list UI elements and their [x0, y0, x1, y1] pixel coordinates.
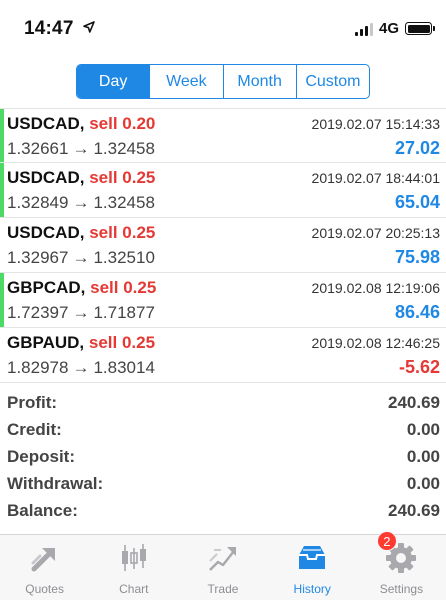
- deal-side: sell 0.25: [89, 168, 156, 187]
- deal-datetime: 2019.02.07 20:25:13: [311, 225, 440, 241]
- deal-datetime: 2019.02.07 15:14:33: [311, 116, 440, 132]
- deal-close-price: 1.83014: [93, 358, 155, 377]
- arrow-right-icon: →: [72, 193, 90, 212]
- deal-symbol: GBPCAD: [7, 278, 81, 297]
- deal-row[interactable]: USDCAD, sell 0.25 2019.02.07 20:25:13 1.…: [0, 218, 446, 273]
- signal-strength-icon: [354, 22, 373, 36]
- summary-row-balance: Balance: 240.69: [0, 497, 446, 524]
- deal-datetime: 2019.02.08 12:19:06: [311, 280, 440, 296]
- deals-list: USDCAD, sell 0.20 2019.02.07 15:14:33 1.…: [0, 108, 446, 383]
- deal-close-price: 1.32458: [93, 193, 155, 212]
- segment-day[interactable]: Day: [77, 65, 150, 98]
- deal-indicator: [0, 109, 4, 162]
- tab-label: Chart: [119, 582, 149, 596]
- deal-open-price: 1.32849: [7, 193, 69, 212]
- chart-icon: [121, 544, 146, 571]
- bottom-tab-bar: Quotes Chart Trade History 2 Settings: [0, 531, 446, 600]
- arrow-right-icon: →: [72, 358, 90, 377]
- deal-side: sell 0.25: [88, 333, 156, 352]
- notification-badge: 2: [376, 531, 397, 551]
- deal-profit: -5.62: [398, 357, 440, 377]
- deal-symbol: USDCAD: [7, 168, 80, 187]
- deal-close-price: 1.32510: [93, 248, 155, 267]
- period-segmented-control: Day Week Month Custom: [76, 64, 370, 99]
- quotes-icon: [31, 548, 55, 572]
- deal-row[interactable]: USDCAD, sell 0.20 2019.02.07 15:14:33 1.…: [0, 108, 446, 163]
- tab-label: Trade: [207, 582, 239, 596]
- deal-row[interactable]: GBPCAD, sell 0.25 2019.02.08 12:19:06 1.…: [0, 273, 446, 328]
- tab-trade[interactable]: Trade: [178, 535, 267, 600]
- deal-profit: 86.46: [394, 302, 440, 322]
- tab-label: Quotes: [25, 582, 64, 596]
- deal-side: sell 0.25: [89, 223, 156, 242]
- trade-icon: [209, 547, 236, 571]
- summary-row-withdrawal: Withdrawal: 0.00: [0, 470, 446, 497]
- deal-row[interactable]: USDCAD, sell 0.25 2019.02.07 18:44:01 1.…: [0, 163, 446, 218]
- deal-symbol: GBPAUD: [7, 333, 80, 352]
- tab-chart[interactable]: Chart: [89, 535, 178, 600]
- deal-symbol: USDCAD: [7, 223, 80, 242]
- summary-row-profit: Profit: 240.69: [0, 389, 446, 416]
- deal-indicator: [0, 273, 4, 327]
- deal-datetime: 2019.02.07 18:44:01: [311, 170, 440, 186]
- network-type: 4G: [378, 20, 399, 37]
- deal-row[interactable]: GBPAUD, sell 0.25 2019.02.08 12:46:25 1.…: [0, 328, 446, 383]
- deal-side: sell 0.25: [90, 278, 157, 297]
- tab-settings[interactable]: 2 Settings: [357, 531, 446, 600]
- deal-profit: 27.02: [394, 138, 440, 158]
- tab-history[interactable]: History: [268, 535, 357, 600]
- deal-profit: 75.98: [394, 247, 440, 267]
- deal-profit: 65.04: [394, 192, 440, 212]
- battery-icon: [405, 22, 435, 35]
- segment-week[interactable]: Week: [149, 65, 222, 98]
- summary-row-credit: Credit: 0.00: [0, 416, 446, 443]
- summary-label: Balance:: [7, 501, 78, 520]
- arrow-right-icon: →: [72, 303, 90, 322]
- arrow-right-icon: →: [72, 248, 90, 267]
- tab-quotes[interactable]: Quotes: [0, 535, 89, 600]
- summary-label: Profit:: [7, 393, 58, 412]
- account-summary: Profit: 240.69 Credit: 0.00 Deposit: 0.0…: [0, 389, 446, 524]
- history-icon: [299, 546, 326, 569]
- summary-label: Credit:: [7, 420, 62, 439]
- deal-side: sell 0.20: [89, 114, 156, 133]
- segment-custom[interactable]: Custom: [295, 65, 369, 98]
- status-time: 14:47: [24, 18, 74, 39]
- summary-row-deposit: Deposit: 0.00: [0, 443, 446, 470]
- deal-open-price: 1.82978: [7, 358, 69, 377]
- status-bar: 14:47 4G: [0, 0, 446, 56]
- deal-close-price: 1.32458: [93, 139, 155, 158]
- deal-datetime: 2019.02.08 12:46:25: [311, 335, 440, 351]
- segment-month[interactable]: Month: [222, 65, 296, 98]
- tab-label: Settings: [379, 582, 424, 596]
- summary-value: 0.00: [406, 420, 440, 439]
- arrow-right-icon: →: [72, 139, 90, 158]
- deal-open-price: 1.32967: [7, 248, 69, 267]
- deal-open-price: 1.72397: [7, 303, 69, 322]
- location-arrow-icon: [83, 21, 95, 33]
- deal-open-price: 1.32661: [7, 139, 69, 158]
- summary-value: 0.00: [406, 447, 440, 466]
- summary-value: 0.00: [406, 474, 440, 493]
- deal-close-price: 1.71877: [93, 303, 155, 322]
- deal-symbol: USDCAD: [7, 114, 80, 133]
- deal-indicator: [0, 163, 4, 217]
- summary-label: Withdrawal:: [7, 474, 104, 493]
- summary-label: Deposit:: [7, 447, 75, 466]
- summary-value: 240.69: [388, 393, 440, 412]
- tab-label: History: [293, 582, 331, 596]
- summary-value: 240.69: [388, 501, 440, 520]
